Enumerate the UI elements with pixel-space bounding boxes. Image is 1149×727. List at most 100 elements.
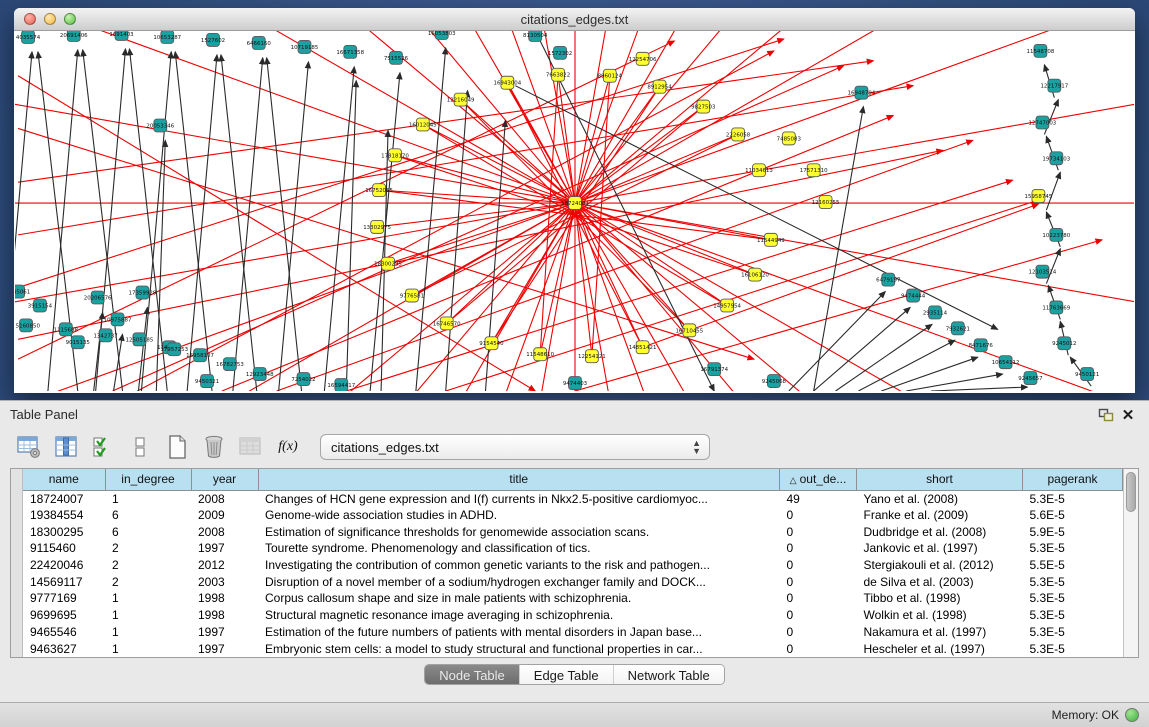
- graph-node[interactable]: 12747003: [1029, 116, 1057, 129]
- cell-year[interactable]: 2009: [191, 507, 258, 524]
- graph-node[interactable]: 7932621: [946, 322, 970, 335]
- graph-edge[interactable]: [575, 107, 703, 203]
- graph-node[interactable]: 20206576: [84, 291, 112, 304]
- cell-out-de-[interactable]: 0: [780, 624, 857, 641]
- graph-node[interactable]: 4035574: [16, 31, 41, 43]
- graph-edge[interactable]: [447, 203, 575, 323]
- graph-node[interactable]: 8471676: [969, 339, 994, 352]
- graph-node[interactable]: 3915154: [28, 299, 53, 312]
- tab-node-table[interactable]: Node Table: [425, 665, 520, 685]
- cell-title[interactable]: Disruption of a novel member of a sodium…: [258, 573, 780, 590]
- cell-short[interactable]: de Silva et al. (2003): [857, 573, 1023, 590]
- table-row[interactable]: 2242004622012Investigating the contribut…: [23, 557, 1123, 574]
- graph-edge[interactable]: [72, 31, 575, 203]
- cell-out-de-[interactable]: 0: [780, 507, 857, 524]
- cell-title[interactable]: Structural magnetic resonance image aver…: [258, 607, 780, 624]
- cell-short[interactable]: Nakamura et al. (1997): [857, 624, 1023, 641]
- cell-pagerank[interactable]: 5.3E-5: [1023, 640, 1123, 657]
- graph-node[interactable]: 16053803: [428, 31, 456, 39]
- graph-node[interactable]: 14957954: [713, 299, 741, 312]
- cell-title[interactable]: Estimation of the future numbers of pati…: [258, 624, 780, 641]
- cell-title[interactable]: Genome-wide association studies in ADHD.: [258, 507, 780, 524]
- graph-node[interactable]: 1342737: [93, 329, 117, 342]
- graph-node[interactable]: 10223780: [1042, 228, 1070, 241]
- cell-name[interactable]: 22420046: [23, 557, 105, 574]
- graph-node[interactable]: 9474403: [563, 377, 588, 390]
- table-row[interactable]: 1456911722003Disruption of a novel membe…: [23, 573, 1123, 590]
- cell-in-degree[interactable]: 1: [105, 490, 191, 507]
- cell-short[interactable]: Stergiakouli et al. (2012): [857, 557, 1023, 574]
- graph-node[interactable]: 25160850: [15, 319, 40, 332]
- cell-in-degree[interactable]: 2: [105, 540, 191, 557]
- cell-out-de-[interactable]: 49: [780, 490, 857, 507]
- cell-pagerank[interactable]: 5.3E-5: [1023, 590, 1123, 607]
- graph-node[interactable]: 9450321: [195, 375, 219, 388]
- graph-node[interactable]: 11544949: [757, 233, 785, 246]
- graph-node[interactable]: 17359928: [129, 286, 157, 299]
- graph-node[interactable]: 12160255: [812, 196, 840, 209]
- window-titlebar[interactable]: citations_edges.txt: [14, 8, 1135, 31]
- close-icon[interactable]: ✕: [1117, 406, 1139, 424]
- cell-year[interactable]: 1997: [191, 640, 258, 657]
- cell-short[interactable]: Jankovic et al. (1997): [857, 540, 1023, 557]
- cell-short[interactable]: Yano et al. (2008): [857, 490, 1023, 507]
- graph-edge[interactable]: [1046, 172, 1060, 210]
- cell-in-degree[interactable]: 1: [105, 590, 191, 607]
- graph-edge[interactable]: [18, 86, 913, 235]
- graph-node[interactable]: 7254022: [291, 373, 315, 386]
- graph-node[interactable]: 16710455: [675, 324, 703, 337]
- cell-year[interactable]: 1997: [191, 540, 258, 557]
- graph-node[interactable]: 1115688: [54, 323, 79, 336]
- show-columns-button[interactable]: [51, 432, 81, 462]
- graph-node[interactable]: 17818170: [381, 149, 409, 162]
- graph-node[interactable]: 7845061: [15, 285, 30, 298]
- graph-node[interactable]: 6479197: [876, 273, 900, 286]
- cell-short[interactable]: Hescheler et al. (1997): [857, 640, 1023, 657]
- graph-node[interactable]: 19734103: [1042, 152, 1070, 165]
- cell-name[interactable]: 9115460: [23, 540, 105, 557]
- graph-edge[interactable]: [233, 58, 263, 391]
- cell-year[interactable]: 2012: [191, 557, 258, 574]
- create-column-button[interactable]: [162, 432, 192, 462]
- graph-node[interactable]: 11548610: [526, 348, 554, 361]
- graph-node[interactable]: 15958745: [1025, 190, 1053, 203]
- cell-pagerank[interactable]: 5.3E-5: [1023, 540, 1123, 557]
- table-row[interactable]: 977716911998Corpus callosum shape and si…: [23, 590, 1123, 607]
- cell-year[interactable]: 2008: [191, 490, 258, 507]
- table-row[interactable]: 1938455462009Genome-wide association stu…: [23, 507, 1123, 524]
- table-selector-dropdown[interactable]: citations_edges.txt ▲▼: [320, 434, 710, 460]
- cell-name[interactable]: 9465546: [23, 624, 105, 641]
- graph-node[interactable]: 12254706: [629, 52, 657, 65]
- cell-year[interactable]: 2003: [191, 573, 258, 590]
- float-panel-icon[interactable]: [1095, 406, 1117, 424]
- graph-edge[interactable]: [346, 180, 1012, 391]
- select-all-columns-button[interactable]: [88, 432, 118, 462]
- cell-name[interactable]: 18300295: [23, 523, 105, 540]
- graph-node[interactable]: 16106120: [741, 268, 769, 281]
- cell-pagerank[interactable]: 5.5E-5: [1023, 557, 1123, 574]
- graph-node[interactable]: 14851421: [629, 341, 657, 354]
- graph-node[interactable]: 7485083: [777, 132, 802, 145]
- column-header-in-degree[interactable]: in_degree: [105, 469, 191, 490]
- column-header-short[interactable]: short: [857, 469, 1023, 490]
- cell-out-de-[interactable]: 0: [780, 573, 857, 590]
- graph-node[interactable]: 20691406: [60, 31, 88, 41]
- graph-node[interactable]: 11763669: [1042, 301, 1070, 314]
- delete-table-button[interactable]: [236, 432, 266, 462]
- column-header-title[interactable]: title: [258, 469, 780, 490]
- cell-pagerank[interactable]: 5.3E-5: [1023, 624, 1123, 641]
- cell-out-de-[interactable]: 0: [780, 523, 857, 540]
- graph-node[interactable]: 18300295: [374, 257, 402, 270]
- column-header-pagerank[interactable]: pagerank: [1023, 469, 1123, 490]
- cell-title[interactable]: Changes of HCN gene expression and I(f) …: [258, 490, 780, 507]
- column-header-out-de-[interactable]: △out_de...: [780, 469, 857, 490]
- graph-node[interactable]: 16791374: [700, 363, 728, 376]
- table-vertical-scrollbar[interactable]: [1123, 469, 1138, 657]
- column-header-year[interactable]: year: [191, 469, 258, 490]
- cell-title[interactable]: Estimation of significance thresholds fo…: [258, 523, 780, 540]
- graph-node[interactable]: 10654112: [992, 356, 1020, 369]
- graph-edge[interactable]: [377, 203, 575, 227]
- graph-node[interactable]: 2935114: [923, 306, 948, 319]
- cell-name[interactable]: 9463627: [23, 640, 105, 657]
- cell-pagerank[interactable]: 5.6E-5: [1023, 507, 1123, 524]
